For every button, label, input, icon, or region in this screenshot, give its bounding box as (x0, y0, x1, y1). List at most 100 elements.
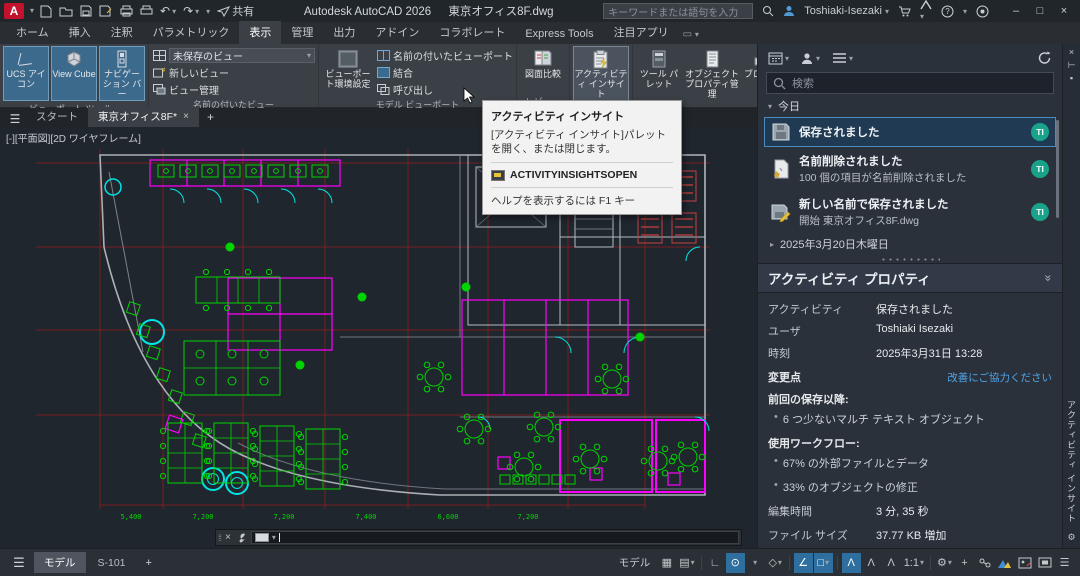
collapsed-date-group[interactable]: ▸ 2025年3月20日木曜日 (758, 233, 1062, 255)
polar-tracking-toggle[interactable]: ⊙ (726, 553, 745, 573)
tab-document[interactable]: 東京オフィス8F* × (88, 107, 199, 127)
view-manager-button[interactable]: ビュー管理 (152, 81, 315, 97)
close-document-tab-icon[interactable]: × (183, 111, 189, 122)
user-avatar[interactable]: TI (1031, 203, 1049, 221)
file-tabs-menu-icon[interactable]: ☰ (4, 110, 26, 127)
search-icon[interactable] (762, 5, 774, 17)
tab-view[interactable]: 表示 (239, 21, 281, 44)
help-caret-icon[interactable]: ▾ (963, 7, 967, 16)
refresh-button[interactable] (1037, 51, 1052, 65)
snap-mode-toggle[interactable]: ▤▾ (677, 553, 696, 573)
panel-scrollbar[interactable] (1056, 120, 1059, 218)
save-button[interactable] (80, 5, 92, 17)
annotation-scale-icon[interactable]: Λ (882, 553, 901, 573)
tab-insert[interactable]: 挿入 (59, 21, 101, 44)
command-line-bar[interactable]: ⁞⁞ × ▾ (215, 529, 742, 546)
activity-item-purged[interactable]: 名前削除されました 100 個の項目が名前削除されました TI (764, 148, 1056, 190)
app-store-cart-icon[interactable] (898, 6, 911, 17)
new-drawing-tab-button[interactable]: + (199, 108, 222, 127)
clean-screen-image-icon[interactable] (1015, 553, 1034, 573)
unsaved-view-dropdown[interactable]: 未保存のビュー▾ (152, 47, 315, 63)
drawing-compare-button[interactable]: 図面比較 (520, 46, 566, 94)
panel-splitter[interactable] (758, 255, 1062, 263)
fullscreen-toggle-icon[interactable] (1035, 553, 1054, 573)
app-menu-caret-icon[interactable]: ▾ (30, 7, 34, 15)
recent-commands-icon[interactable] (255, 533, 269, 542)
tab-collaborate[interactable]: コラボレート (429, 21, 515, 44)
object-snap-tracking-toggle[interactable]: ∠ (794, 553, 813, 573)
tab-annotate[interactable]: 注釈 (101, 21, 143, 44)
close-button[interactable]: × (1052, 1, 1076, 21)
qat-customize-caret-icon[interactable]: ▾ (206, 7, 210, 16)
properties-palette-button[interactable]: オブジェクト プロパティ管理 (684, 46, 740, 101)
workspace-switching-gear-icon[interactable]: ⚙▾ (935, 553, 954, 573)
viewcube-button[interactable]: View Cube (51, 46, 97, 101)
command-input[interactable]: ▾ (251, 531, 739, 544)
isolate-objects-icon[interactable] (975, 553, 994, 573)
help-icon[interactable]: ? (941, 5, 954, 18)
save-as-button[interactable] (99, 5, 113, 17)
activity-search-input[interactable]: 検索 (766, 72, 1054, 94)
autocad-logo-icon[interactable]: A (4, 3, 24, 19)
activity-item-saved[interactable]: 保存されました TI (764, 117, 1056, 147)
navigation-bar-button[interactable]: ナビゲーション バー (99, 46, 145, 101)
command-line-close-icon[interactable]: × (225, 532, 231, 543)
tab-express-tools[interactable]: Express Tools (515, 25, 603, 44)
layout-tabs-menu-icon[interactable]: ☰ (6, 553, 32, 573)
date-filter-button[interactable]: ▾ (768, 51, 789, 65)
tab-start[interactable]: スタート (26, 107, 88, 127)
today-section-header[interactable]: ▾ 今日 (758, 96, 1062, 116)
tool-palettes-button[interactable]: ツール パレット (636, 46, 682, 101)
collapse-properties-icon[interactable]: » (1042, 275, 1056, 282)
close-palette-icon[interactable]: × (1069, 47, 1074, 60)
notification-icon[interactable] (976, 5, 989, 18)
palette-properties-icon[interactable]: ▪ (1070, 73, 1073, 86)
palette-settings-gear-icon[interactable]: ⚙ (1067, 532, 1075, 545)
tab-featured-apps[interactable]: 注目アプリ (604, 21, 679, 44)
restore-viewports-button[interactable]: 呼び出し (376, 81, 513, 97)
activity-properties-header[interactable]: アクティビティ プロパティ » (758, 263, 1062, 293)
activity-item-saved-as[interactable]: 新しい名前で保存されました 開始 東京オフィス8F.dwg TI (764, 191, 1056, 233)
tab-home[interactable]: ホーム (6, 21, 59, 44)
new-view-button[interactable]: 新しいビュー (152, 64, 315, 80)
user-filter-button[interactable]: ▾ (801, 52, 820, 65)
help-search-input[interactable]: キーワードまたは語句を入力 (603, 3, 753, 19)
user-avatar[interactable]: TI (1031, 123, 1049, 141)
tab-addins[interactable]: アドイン (365, 21, 429, 44)
activity-insights-button[interactable]: アクティビティ インサイト (573, 46, 629, 101)
ribbon-display-toggle[interactable]: ▭ ▾ (683, 29, 699, 44)
annotation-monitor-toggle[interactable]: + (955, 553, 974, 573)
open-file-button[interactable] (59, 5, 73, 17)
restore-button[interactable]: □ (1028, 1, 1052, 21)
command-line-drag-handle[interactable]: ⁞⁞ (218, 533, 221, 543)
customization-menu-icon[interactable]: ☰ (1055, 553, 1074, 573)
new-layout-button[interactable]: + (138, 554, 160, 572)
model-space-indicator[interactable]: モデル (613, 555, 657, 570)
signed-in-user-menu[interactable]: Toshiaki-Isezaki ▾ (804, 5, 889, 17)
undo-button[interactable]: ↶▾ (160, 5, 176, 17)
user-avatar[interactable]: TI (1031, 160, 1049, 178)
tab-parametric[interactable]: パラメトリック (143, 21, 240, 44)
new-file-button[interactable] (40, 5, 52, 18)
plot-button[interactable] (120, 5, 133, 17)
autodesk-access-menu[interactable]: ▾ (920, 0, 932, 22)
grid-display-toggle[interactable]: ▦ (657, 553, 676, 573)
named-viewports-button[interactable]: 名前の付いたビューポート (376, 47, 513, 63)
print-button[interactable] (140, 5, 153, 17)
event-filter-button[interactable]: ▾ (832, 52, 853, 64)
layout-tab-s101[interactable]: S-101 (88, 554, 136, 572)
autoscale-toggle[interactable]: Λ (862, 553, 881, 573)
share-button[interactable]: 共有 (217, 3, 254, 19)
model-tab[interactable]: モデル (34, 552, 86, 573)
annotation-scale-value[interactable]: 1:1▾ (902, 553, 926, 573)
auto-hide-pin-icon[interactable]: ⊢ (1068, 60, 1076, 73)
ortho-mode-toggle[interactable]: ∟ (706, 553, 725, 573)
tab-manage[interactable]: 管理 (281, 21, 323, 44)
isometric-drafting-toggle[interactable]: ◇▾ (766, 553, 785, 573)
object-snap-toggle[interactable]: □▾ (814, 553, 833, 573)
minimize-button[interactable]: – (1004, 1, 1028, 21)
join-viewports-button[interactable]: 結合 (376, 64, 513, 80)
ucs-icon-button[interactable]: UCS アイコン (3, 46, 49, 101)
polar-tracking-caret[interactable]: ▾ (746, 553, 765, 573)
annotation-visibility-toggle[interactable]: Λ (842, 553, 861, 573)
